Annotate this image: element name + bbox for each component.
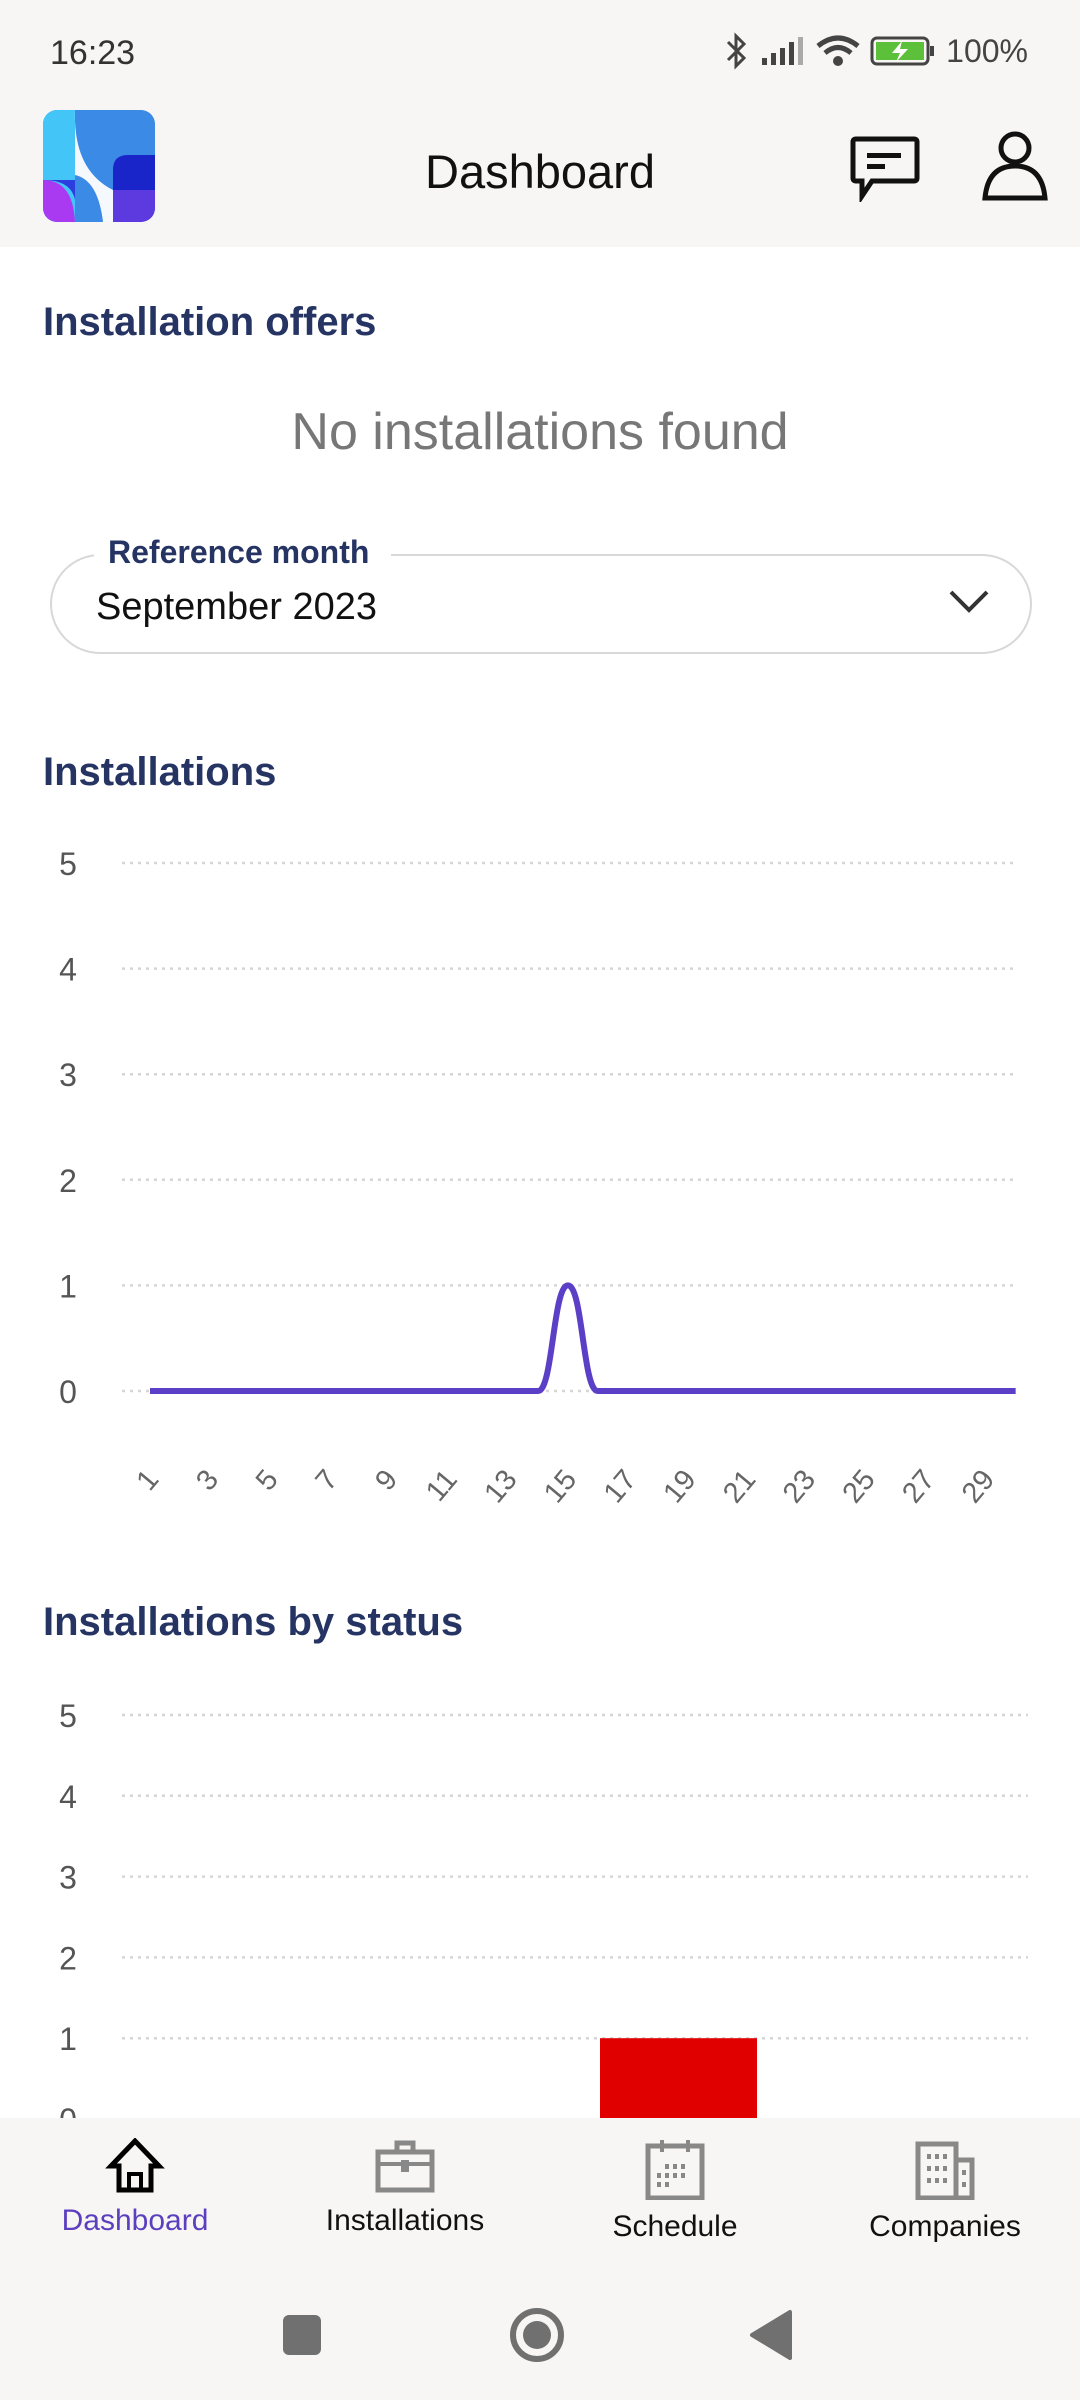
x-tick-label: 3 <box>190 1464 225 1497</box>
tab-schedule[interactable]: Schedule <box>540 2138 810 2244</box>
installations-heading: Installations <box>43 750 277 794</box>
x-tick-label: 29 <box>956 1464 1001 1509</box>
battery-charging-icon <box>870 36 935 66</box>
x-tick-label: 7 <box>310 1464 345 1497</box>
building-icon <box>915 2141 975 2200</box>
installations-by-status-bar-chart: 0 1 2 3 4 5 <box>59 1698 1028 2118</box>
x-tick-label: 21 <box>717 1464 762 1509</box>
signal-icon <box>762 37 804 65</box>
system-nav-bar <box>283 2308 792 2362</box>
home-icon <box>105 2138 165 2193</box>
y-tick-label: 3 <box>59 1057 77 1093</box>
tab-schedule-label: Schedule <box>612 2210 738 2243</box>
x-tick-label: 9 <box>369 1464 404 1497</box>
x-tick-label: 23 <box>777 1464 822 1509</box>
back-button[interactable] <box>750 2310 792 2360</box>
reference-month-select[interactable]: Reference month September 2023 <box>50 534 1032 654</box>
y-tick-label: 2 <box>59 1940 77 1976</box>
y-tick-label: 5 <box>59 846 77 882</box>
x-tick-label: 11 <box>420 1464 464 1508</box>
bar <box>600 2038 757 2118</box>
status-time: 16:23 <box>50 34 136 72</box>
tab-companies[interactable]: Companies <box>810 2138 1080 2244</box>
installation-offers-heading: Installation offers <box>43 300 377 344</box>
x-tick-label: 19 <box>657 1464 702 1509</box>
y-tick-label: 2 <box>59 1163 77 1199</box>
home-button[interactable] <box>510 2308 564 2362</box>
y-tick-label: 1 <box>59 2021 77 2057</box>
x-tick-label: 15 <box>538 1464 583 1509</box>
recents-button[interactable] <box>283 2315 321 2355</box>
x-tick-label: 17 <box>598 1464 643 1509</box>
installations-line-chart: 0123451 3 5 7 9 11 13 15 17 19 21 23 25 27 29 <box>59 846 1016 1509</box>
bluetooth-icon <box>727 32 747 70</box>
series-line <box>150 1282 1016 1394</box>
empty-state-text: No installations found <box>291 403 789 461</box>
tab-dashboard-label: Dashboard <box>61 2204 209 2237</box>
y-tick-label: 5 <box>59 1698 77 1734</box>
x-tick-label: 25 <box>837 1464 882 1509</box>
y-tick-label: 4 <box>59 952 77 988</box>
tab-dashboard[interactable]: Dashboard <box>0 2138 270 2238</box>
x-tick-label: 1 <box>130 1464 165 1497</box>
calendar-icon <box>645 2140 705 2200</box>
x-tick-label: 13 <box>478 1464 523 1509</box>
battery-percent: 100% <box>946 32 1028 69</box>
app-header: Dashboard <box>0 100 1080 247</box>
y-tick-label: 0 <box>59 2102 77 2118</box>
wifi-icon <box>816 35 860 66</box>
y-tick-label: 4 <box>59 1779 77 1815</box>
y-tick-label: 0 <box>59 1374 77 1410</box>
profile-icon[interactable] <box>982 130 1048 202</box>
tab-companies-label: Companies <box>869 2210 1021 2243</box>
y-tick-label: 3 <box>59 1860 77 1896</box>
reference-month-label: Reference month <box>94 534 392 571</box>
x-tick-label: 5 <box>250 1464 285 1497</box>
chat-icon[interactable] <box>850 136 920 202</box>
x-tick-label: 27 <box>896 1464 941 1509</box>
installations-by-status-heading: Installations by status <box>43 1600 464 1644</box>
y-tick-label: 1 <box>59 1268 77 1304</box>
reference-month-value: September 2023 <box>96 586 377 628</box>
tab-installations[interactable]: Installations <box>270 2138 540 2238</box>
briefcase-icon <box>375 2140 435 2193</box>
tab-installations-label: Installations <box>325 2204 485 2237</box>
status-bar: 16:23 100% <box>0 0 1080 100</box>
chevron-down-icon <box>949 590 989 613</box>
